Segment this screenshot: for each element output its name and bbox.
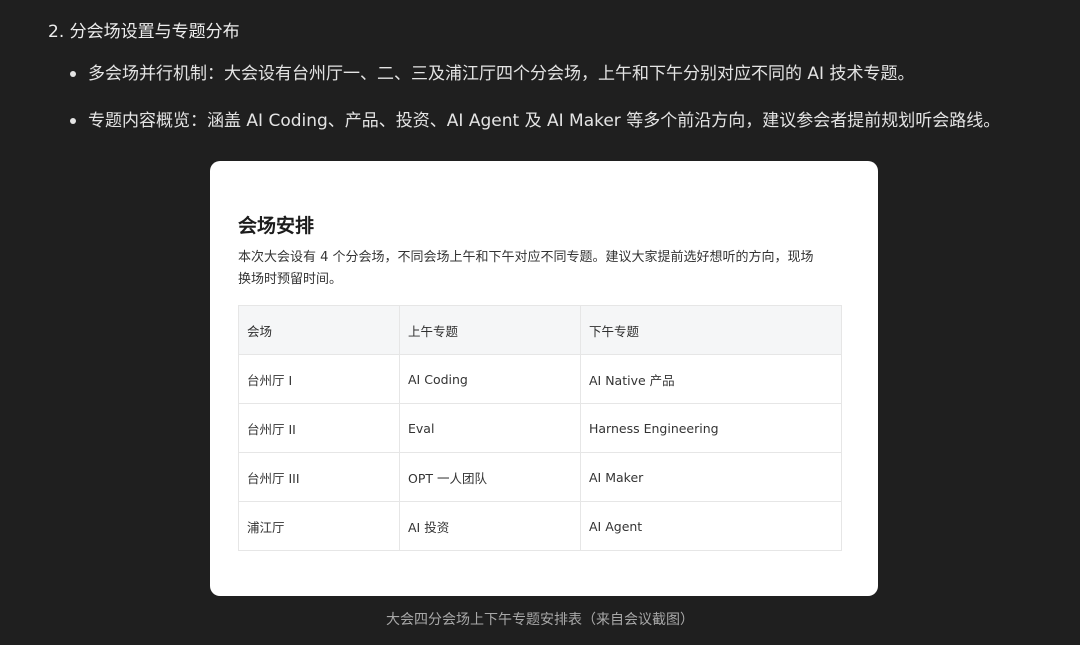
- section-heading: 2. 分会场设置与专题分布: [48, 22, 240, 42]
- table-row: 台州厅 I AI Coding AI Native 产品: [238, 354, 842, 404]
- table-cell-morning: Eval: [399, 403, 581, 453]
- venue-schedule-card: 会场安排 本次大会设有 4 个分会场，不同会场上午和下午对应不同专题。建议大家提…: [210, 161, 878, 596]
- bullet-text: 专题内容概览：涵盖 AI Coding、产品、投资、AI Agent 及 AI …: [88, 111, 1001, 131]
- card-description: 本次大会设有 4 个分会场，不同会场上午和下午对应不同专题。建议大家提前选好想听…: [238, 250, 814, 287]
- table-cell-morning: OPT 一人团队: [399, 452, 581, 502]
- table-row: 台州厅 III OPT 一人团队 AI Maker: [238, 452, 842, 502]
- table-cell-afternoon: Harness Engineering: [580, 403, 842, 453]
- table-cell-venue: 台州厅 III: [238, 452, 400, 502]
- image-caption: 大会四分会场上下午专题安排表（来自会议截图）: [386, 612, 694, 628]
- table-header-row: 会场 上午专题 下午专题: [238, 305, 842, 355]
- bullet-item-topic-overview: 专题内容概览：涵盖 AI Coding、产品、投资、AI Agent 及 AI …: [70, 109, 1000, 133]
- schedule-table: 会场 上午专题 下午专题 台州厅 I AI Coding AI Native 产…: [238, 305, 842, 551]
- table-row: 浦江厅 AI 投资 AI Agent: [238, 501, 842, 551]
- bullet-text: 多会场并行机制：大会设有台州厅一、二、三及浦江厅四个分会场，上午和下午分别对应不…: [88, 64, 915, 84]
- column-header-afternoon: 下午专题: [580, 305, 842, 355]
- table-cell-afternoon: AI Native 产品: [580, 354, 842, 404]
- table-cell-afternoon: AI Maker: [580, 452, 842, 502]
- column-header-morning: 上午专题: [399, 305, 581, 355]
- bullet-dot-icon: [70, 71, 76, 77]
- bullet-dot-icon: [70, 118, 76, 124]
- table-row: 台州厅 II Eval Harness Engineering: [238, 403, 842, 453]
- table-cell-afternoon: AI Agent: [580, 501, 842, 551]
- table-cell-venue: 浦江厅: [238, 501, 400, 551]
- bullet-item-parallel-venues: 多会场并行机制：大会设有台州厅一、二、三及浦江厅四个分会场，上午和下午分别对应不…: [70, 62, 1000, 86]
- bullet-list: 多会场并行机制：大会设有台州厅一、二、三及浦江厅四个分会场，上午和下午分别对应不…: [70, 62, 1000, 133]
- card-title: 会场安排: [238, 215, 315, 237]
- table-cell-venue: 台州厅 I: [238, 354, 400, 404]
- table-cell-morning: AI Coding: [399, 354, 581, 404]
- column-header-venue: 会场: [238, 305, 400, 355]
- table-cell-venue: 台州厅 II: [238, 403, 400, 453]
- table-cell-morning: AI 投资: [399, 501, 581, 551]
